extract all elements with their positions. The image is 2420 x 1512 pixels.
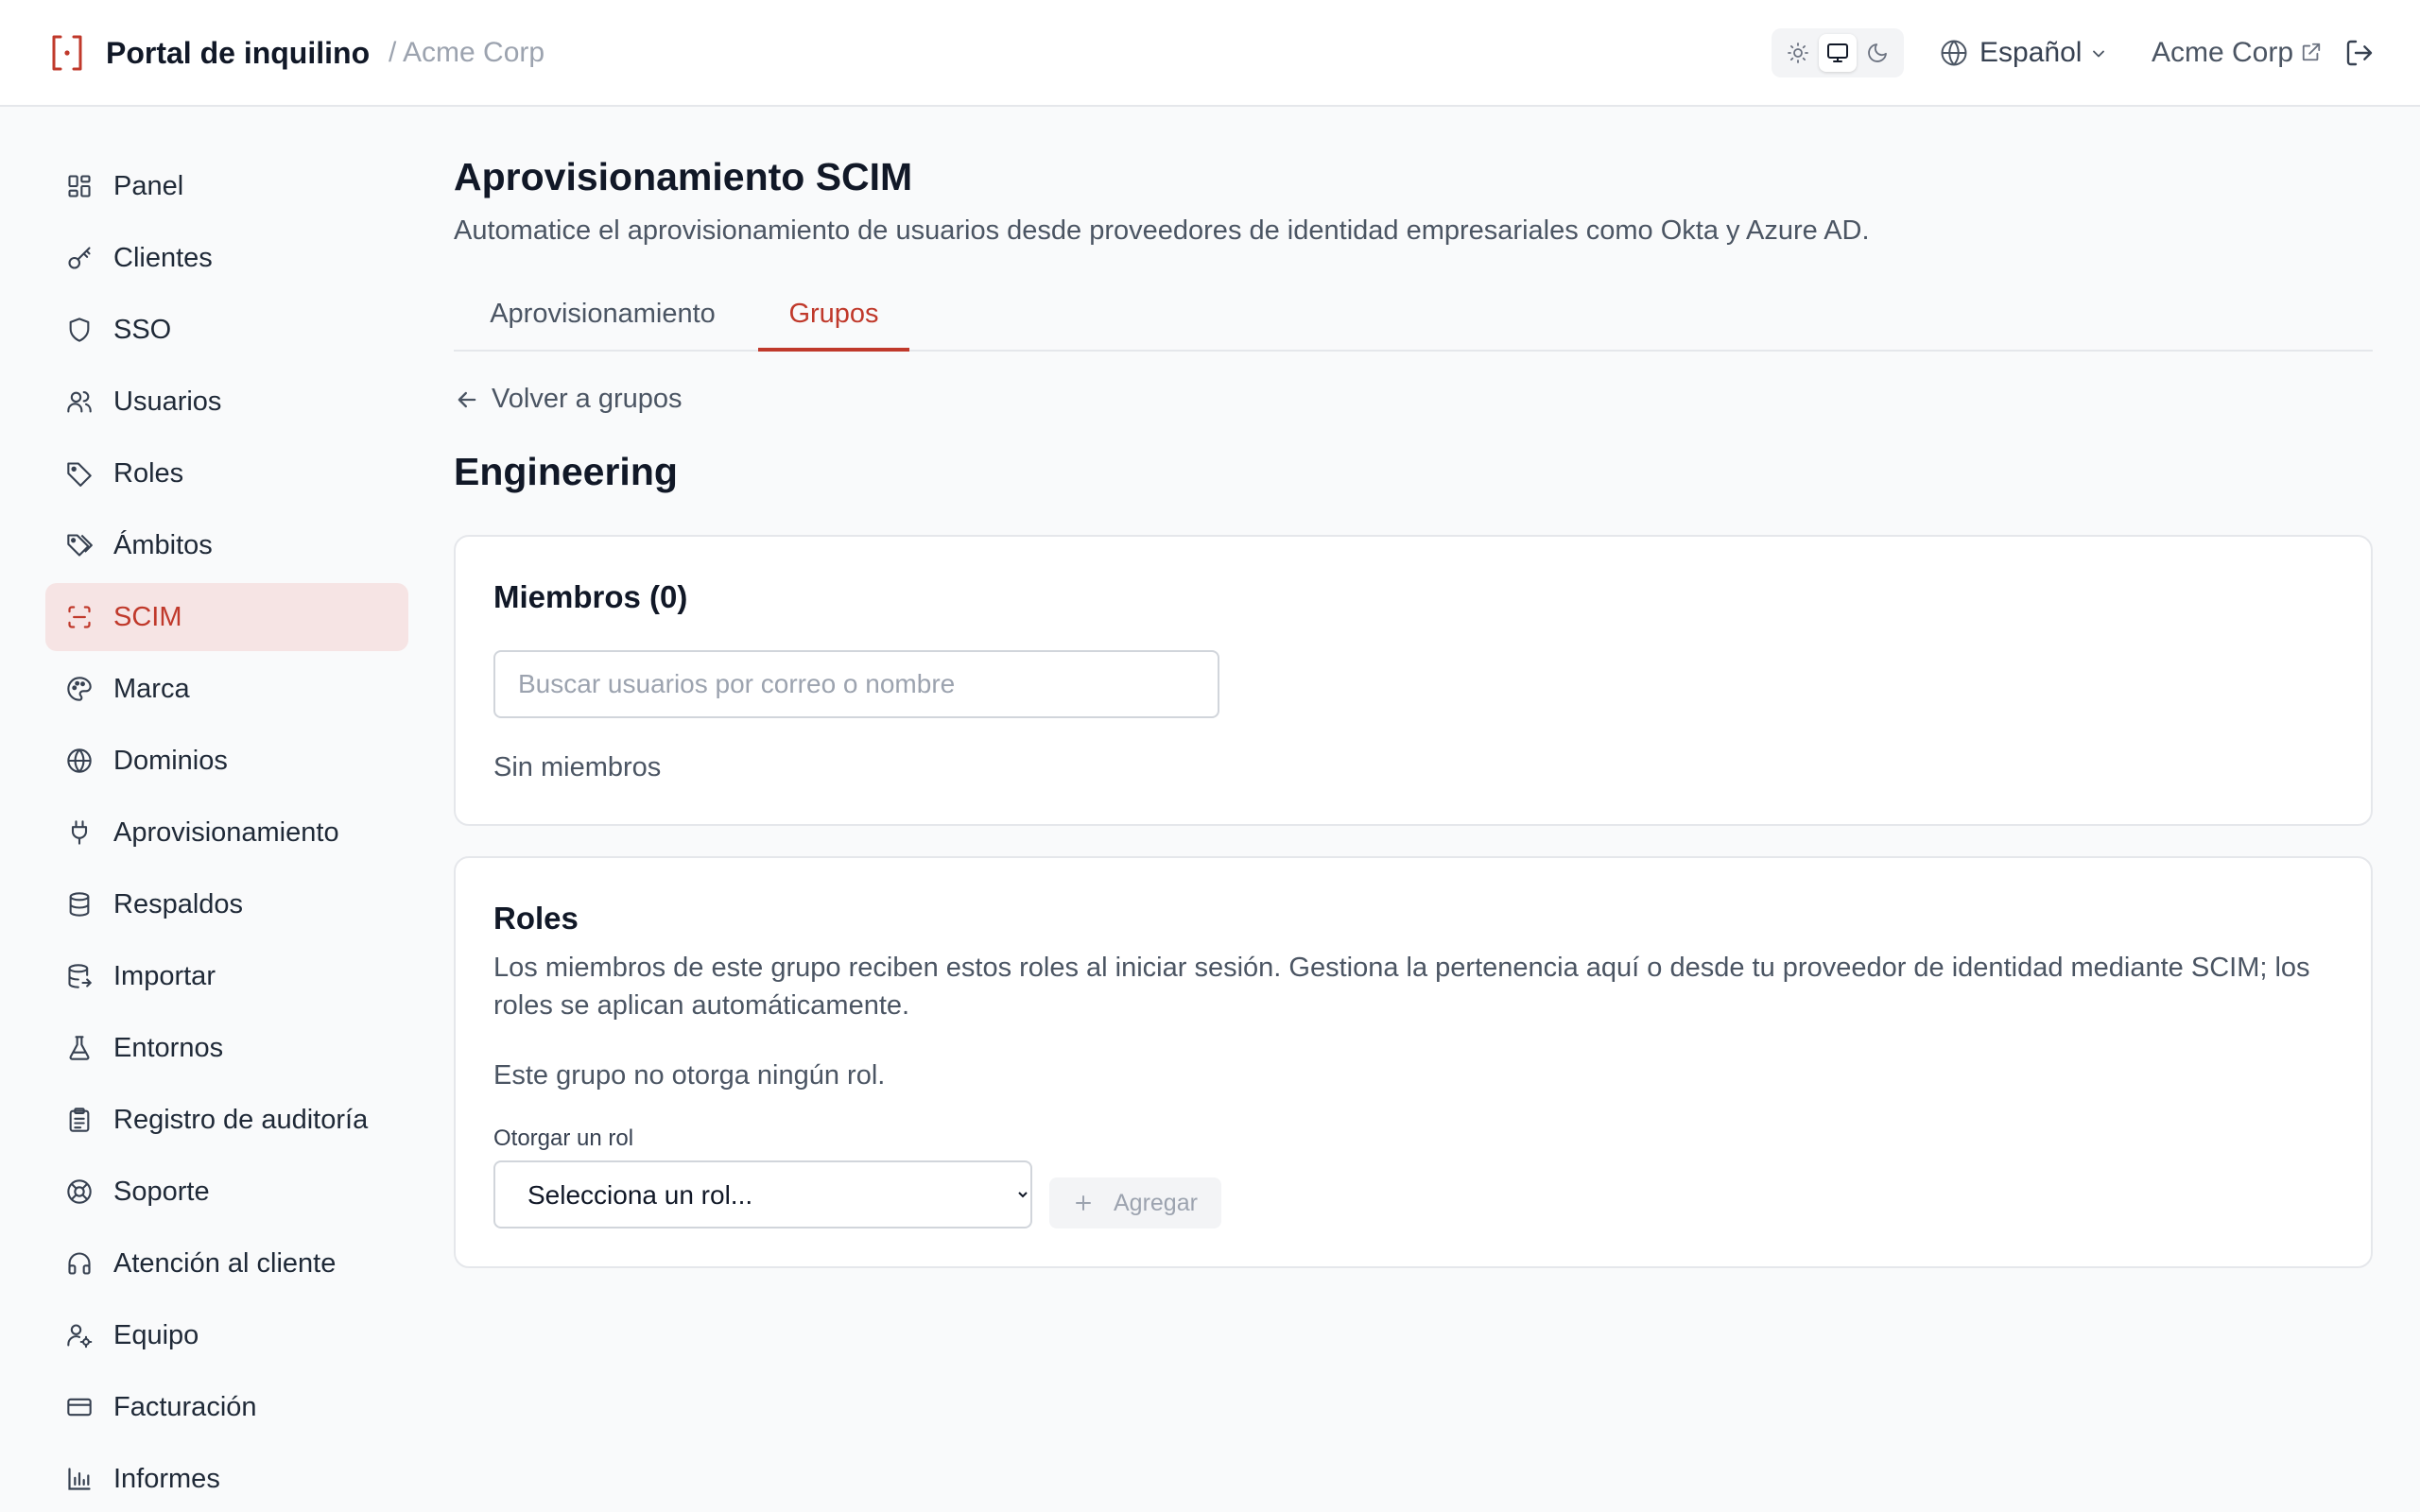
members-title: Miembros (0) (493, 579, 688, 614)
clipboard-icon (69, 1108, 90, 1132)
sidebar-item-usuarios[interactable]: Usuarios (45, 368, 408, 436)
sidebar-item-label: Equipo (113, 1320, 199, 1350)
tenant-breadcrumb: / Acme Corp (389, 37, 545, 68)
sidebar-item-equipo[interactable]: Equipo (45, 1301, 408, 1369)
top-header: Portal de inquilino / Acme Corp Español (0, 0, 2420, 107)
external-link-icon (2302, 43, 2321, 61)
sidebar-item-sso[interactable]: SSO (45, 296, 408, 364)
roles-card: Roles Los miembros de este grupo reciben… (454, 856, 2373, 1268)
sidebar-item-label: Entornos (113, 1033, 224, 1063)
group-title: Engineering (454, 450, 678, 493)
sidebar-item-scim[interactable]: SCIM (45, 583, 408, 651)
back-link-label: Volver a grupos (492, 384, 683, 414)
globe-icon (1941, 40, 1967, 66)
sidebar-item-marca[interactable]: Marca (45, 655, 408, 723)
plug-icon (71, 820, 88, 845)
tags-icon (67, 534, 93, 557)
sidebar-item-label: Roles (113, 458, 184, 489)
sidebar-item-informes[interactable]: Informes (45, 1445, 408, 1512)
sidebar-item-panel[interactable]: Panel (45, 152, 408, 220)
plus-icon (1076, 1195, 1091, 1211)
sidebar-item-soporte[interactable]: Soporte (45, 1158, 408, 1226)
user-cog-icon (67, 1324, 93, 1349)
sidebar-item-label: Soporte (113, 1177, 210, 1207)
tenant-external-link[interactable]: Acme Corp (2152, 31, 2293, 75)
sidebar-item-roles[interactable]: Roles (45, 439, 408, 507)
sidebar-item-label: Dominios (113, 746, 228, 776)
credit-card-icon (67, 1398, 92, 1417)
sidebar-item-clientes[interactable]: Clientes (45, 224, 408, 292)
sidebar-item-importar[interactable]: Importar (45, 942, 408, 1010)
roles-description: Los miembros de este grupo reciben estos… (493, 953, 2310, 1021)
sidebar-item-entornos[interactable]: Entornos (45, 1014, 408, 1082)
tab-grupos[interactable]: Grupos (758, 285, 909, 352)
sidebar-item-label: Marca (113, 674, 190, 704)
database-icon (69, 892, 90, 917)
sidebar-item-atencion-cliente[interactable]: Atención al cliente (45, 1229, 408, 1297)
sidebar-item-label: Clientes (113, 243, 213, 273)
sidebar-item-label: Usuarios (113, 387, 222, 417)
database-import-icon (68, 964, 93, 988)
tab-aprovisionamiento[interactable]: Aprovisionamiento (454, 285, 752, 352)
shield-icon (69, 318, 90, 342)
role-select[interactable]: Selecciona un rol... (493, 1160, 1032, 1228)
theme-light-button[interactable] (1779, 34, 1817, 72)
sidebar-item-label: SSO (113, 315, 172, 345)
sidebar-item-dominios[interactable]: Dominios (45, 727, 408, 795)
users-icon (67, 391, 92, 413)
tag-icon (67, 462, 92, 487)
sidebar-nav: Panel Clientes SSO Usuarios Roles Ámbito… (0, 109, 435, 1512)
life-buoy-icon (67, 1179, 92, 1204)
theme-dark-button[interactable] (1858, 34, 1896, 72)
sidebar-item-label: Informes (113, 1464, 220, 1494)
sidebar-item-label: Registro de auditoría (113, 1105, 369, 1135)
dashboard-icon (68, 175, 91, 198)
bar-chart-icon (68, 1468, 91, 1490)
moon-icon (1868, 43, 1887, 62)
theme-system-button[interactable] (1819, 34, 1857, 72)
sidebar-item-respaldos[interactable]: Respaldos (45, 870, 408, 938)
key-icon (68, 247, 91, 269)
arrow-left-icon (458, 391, 476, 408)
sidebar-item-label: Respaldos (113, 889, 244, 919)
members-card: Miembros (0) Sin miembros (454, 535, 2373, 826)
page-subtitle: Automatice el aprovisionamiento de usuar… (454, 215, 1870, 246)
flask-icon (69, 1036, 90, 1060)
sun-icon (1788, 43, 1808, 63)
add-role-button[interactable]: Agregar (1049, 1177, 1221, 1228)
member-search-input[interactable] (493, 650, 1219, 718)
theme-switcher (1772, 28, 1904, 77)
roles-empty-text: Este grupo no otorga ningún rol. (493, 1060, 886, 1091)
sidebar-item-label: Ámbitos (113, 530, 213, 560)
language-label: Español (1979, 37, 2083, 68)
add-role-label: Agregar (1114, 1190, 1198, 1216)
scan-icon (68, 606, 91, 628)
sidebar-item-label: Aprovisionamiento (113, 817, 339, 848)
page-title: Aprovisionamiento SCIM (454, 155, 913, 198)
roles-title: Roles (493, 901, 579, 936)
monitor-icon (1827, 43, 1848, 62)
globe-icon (67, 748, 92, 773)
sidebar-item-label: Panel (113, 171, 184, 201)
logout-icon[interactable] (2344, 38, 2375, 68)
sidebar-item-registro-auditoria[interactable]: Registro de auditoría (45, 1086, 408, 1154)
chevron-down-icon (2093, 50, 2104, 58)
sidebar-item-label: SCIM (113, 602, 182, 632)
tab-bar: Aprovisionamiento Grupos (454, 285, 2373, 352)
palette-icon (67, 677, 92, 701)
sidebar-item-label: Importar (113, 961, 216, 991)
grant-role-label: Otorgar un rol (493, 1125, 634, 1151)
sidebar-item-ambitos[interactable]: Ámbitos (45, 511, 408, 579)
headphones-icon (68, 1252, 91, 1275)
sidebar-item-aprovisionamiento[interactable]: Aprovisionamiento (45, 799, 408, 867)
brand-logo-icon (51, 34, 83, 72)
members-empty-text: Sin miembros (493, 752, 662, 782)
sidebar-item-label: Atención al cliente (113, 1248, 337, 1279)
app-title[interactable]: Portal de inquilino (106, 31, 370, 75)
sidebar-item-label: Facturación (113, 1392, 257, 1422)
sidebar-item-facturacion[interactable]: Facturación (45, 1373, 408, 1441)
